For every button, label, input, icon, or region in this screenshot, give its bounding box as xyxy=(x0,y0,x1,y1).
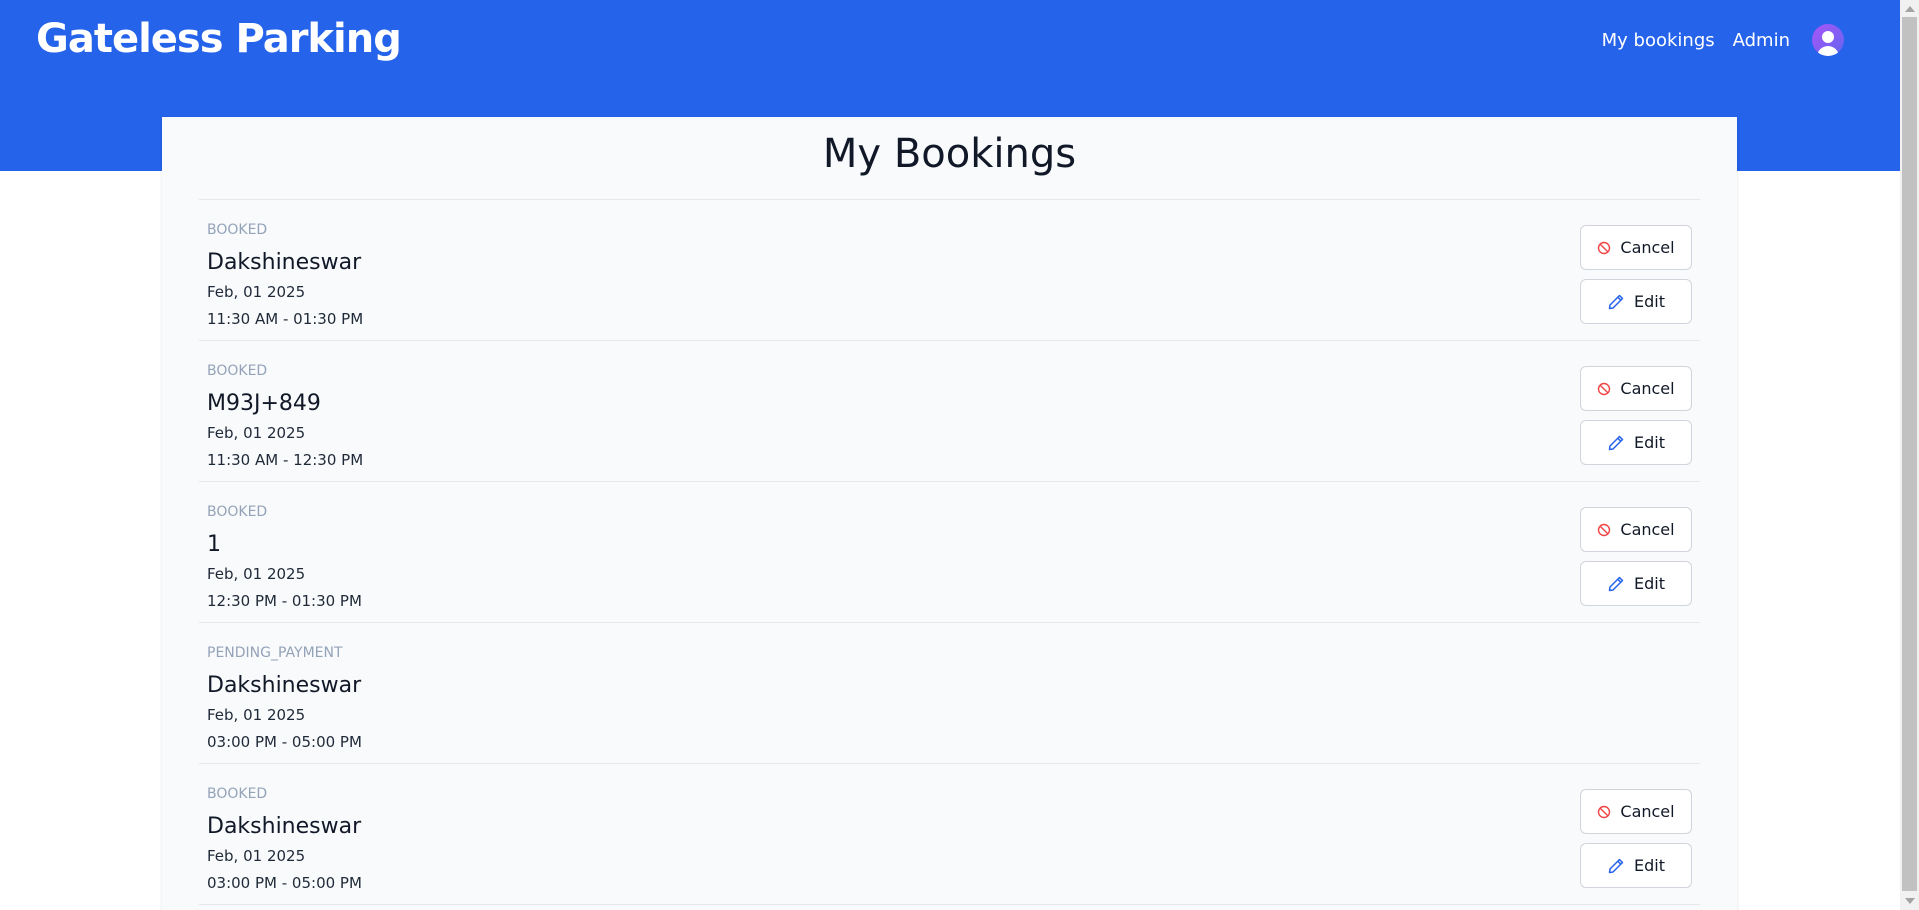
booking-date: Feb, 01 2025 xyxy=(207,424,306,442)
page-title: My Bookings xyxy=(822,131,1077,177)
edit-button[interactable]: Edit xyxy=(1580,843,1692,888)
booking-item: BOOKED Dakshineswar Feb, 01 2025 03:00 P… xyxy=(199,764,1700,905)
user-avatar-icon[interactable] xyxy=(1812,24,1844,56)
booking-status: BOOKED xyxy=(207,222,268,238)
top-nav: My bookings Admin xyxy=(1602,24,1844,56)
brand-logo[interactable]: Gateless Parking xyxy=(36,16,402,62)
edit-button[interactable]: Edit xyxy=(1580,279,1692,324)
booking-time: 03:00 PM - 05:00 PM xyxy=(207,733,362,751)
booking-date: Feb, 01 2025 xyxy=(207,283,306,301)
avatar-head-shape xyxy=(1822,31,1834,43)
pencil-icon xyxy=(1608,294,1624,309)
booking-status: BOOKED xyxy=(207,786,268,802)
booking-time: 11:30 AM - 01:30 PM xyxy=(207,310,364,328)
cancel-label: Cancel xyxy=(1620,238,1675,257)
booking-actions: Cancel Edit xyxy=(1580,507,1692,606)
booking-actions: Cancel Edit xyxy=(1580,225,1692,324)
avatar-body-shape xyxy=(1817,46,1839,56)
scroll-down-arrow-icon[interactable] xyxy=(1905,898,1915,904)
booking-location: M93J+849 xyxy=(207,391,321,416)
edit-label: Edit xyxy=(1634,856,1665,875)
booking-item: BOOKED Dakshineswar Feb, 01 2025 11:30 A… xyxy=(199,200,1700,341)
ban-icon xyxy=(1598,523,1611,536)
booking-location: Dakshineswar xyxy=(207,814,362,839)
bookings-card: My Bookings BOOKED Dakshineswar Feb, 01 … xyxy=(162,117,1737,910)
scroll-thumb[interactable] xyxy=(1902,17,1917,891)
cancel-label: Cancel xyxy=(1620,379,1675,398)
booking-item: BOOKED M93J+849 Feb, 01 2025 11:30 AM - … xyxy=(199,341,1700,482)
booking-date: Feb, 01 2025 xyxy=(207,565,306,583)
ban-icon xyxy=(1598,241,1611,254)
booking-actions: Cancel Edit xyxy=(1580,366,1692,465)
pencil-icon xyxy=(1608,858,1624,873)
booking-list: BOOKED Dakshineswar Feb, 01 2025 11:30 A… xyxy=(199,199,1700,905)
ban-icon xyxy=(1598,805,1611,818)
pencil-icon xyxy=(1608,435,1624,450)
booking-time: 11:30 AM - 12:30 PM xyxy=(207,451,364,469)
nav-my-bookings[interactable]: My bookings xyxy=(1602,30,1715,51)
booking-item: PENDING_PAYMENT Dakshineswar Feb, 01 202… xyxy=(199,623,1700,764)
booking-time: 12:30 PM - 01:30 PM xyxy=(207,592,362,610)
edit-button[interactable]: Edit xyxy=(1580,561,1692,606)
cancel-button[interactable]: Cancel xyxy=(1580,507,1692,552)
ban-icon xyxy=(1598,382,1611,395)
booking-location: Dakshineswar xyxy=(207,250,362,275)
edit-label: Edit xyxy=(1634,292,1665,311)
booking-location: Dakshineswar xyxy=(207,673,362,698)
booking-date: Feb, 01 2025 xyxy=(207,847,306,865)
booking-item: BOOKED 1 Feb, 01 2025 12:30 PM - 01:30 P… xyxy=(199,482,1700,623)
edit-label: Edit xyxy=(1634,574,1665,593)
booking-status: PENDING_PAYMENT xyxy=(207,645,343,661)
booking-time: 03:00 PM - 05:00 PM xyxy=(207,874,362,892)
edit-label: Edit xyxy=(1634,433,1665,452)
cancel-button[interactable]: Cancel xyxy=(1580,789,1692,834)
cancel-label: Cancel xyxy=(1620,520,1675,539)
cancel-label: Cancel xyxy=(1620,802,1675,821)
nav-admin[interactable]: Admin xyxy=(1733,30,1790,51)
scrollbar[interactable] xyxy=(1900,0,1919,910)
booking-status: BOOKED xyxy=(207,363,268,379)
cancel-button[interactable]: Cancel xyxy=(1580,366,1692,411)
cancel-button[interactable]: Cancel xyxy=(1580,225,1692,270)
booking-status: BOOKED xyxy=(207,504,268,520)
pencil-icon xyxy=(1608,576,1624,591)
booking-location: 1 xyxy=(207,532,221,557)
scroll-up-arrow-icon[interactable] xyxy=(1905,6,1915,12)
booking-actions: Cancel Edit xyxy=(1580,789,1692,888)
edit-button[interactable]: Edit xyxy=(1580,420,1692,465)
booking-date: Feb, 01 2025 xyxy=(207,706,306,724)
